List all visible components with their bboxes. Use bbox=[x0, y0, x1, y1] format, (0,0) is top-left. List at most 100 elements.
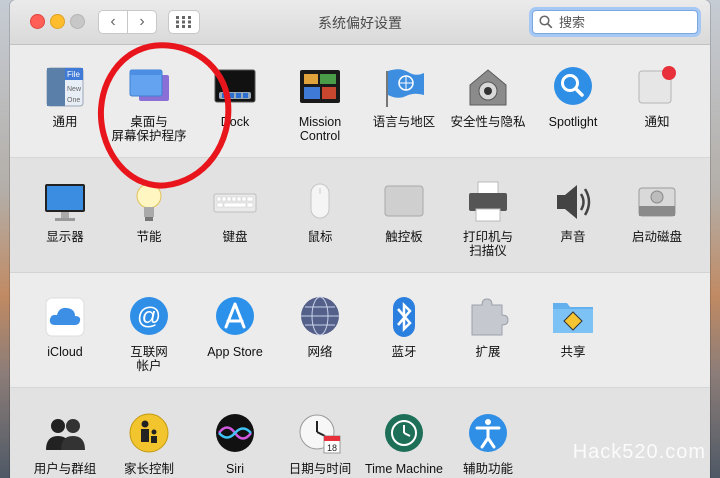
dock-icon bbox=[213, 65, 257, 109]
trackpad-icon bbox=[382, 180, 426, 224]
users-groups-icon bbox=[43, 412, 87, 456]
pane-label: 节能 bbox=[136, 230, 162, 244]
search-field[interactable] bbox=[532, 10, 698, 34]
pane-label: Dock bbox=[220, 115, 250, 129]
pane-label: 通知 bbox=[644, 115, 670, 129]
pane-siri[interactable]: Siri bbox=[193, 412, 277, 476]
pane-app-store[interactable]: App Store bbox=[193, 295, 277, 359]
mission-control-icon bbox=[298, 65, 342, 109]
pane-displays[interactable]: 显示器 bbox=[23, 180, 107, 244]
pane-label: 安全性与隐私 bbox=[450, 115, 526, 129]
search-input[interactable] bbox=[557, 12, 695, 33]
pane-label: 鼠标 bbox=[307, 230, 333, 244]
pane-label: 启动磁盘 bbox=[631, 230, 682, 244]
watermark: Hack520.com bbox=[572, 441, 706, 463]
pane-printers-scanners[interactable]: 打印机与 扫描仪 bbox=[446, 180, 530, 258]
pane-startup-disk[interactable]: 启动磁盘 bbox=[615, 180, 699, 244]
pane-sharing[interactable]: 共享 bbox=[531, 295, 615, 359]
energy-saver-icon bbox=[127, 180, 171, 224]
title-bar[interactable]: ‹ › 系统偏好设置 bbox=[10, 0, 710, 45]
pane-time-machine[interactable]: Time Machine bbox=[362, 412, 446, 476]
accessibility-icon bbox=[466, 412, 510, 456]
show-all-button[interactable] bbox=[168, 10, 200, 34]
notifications-icon bbox=[635, 65, 679, 109]
pane-accessibility[interactable]: 辅助功能 bbox=[446, 412, 530, 476]
window-title: 系统偏好设置 bbox=[318, 15, 402, 31]
time-machine-icon bbox=[382, 412, 426, 456]
pane-label: 触控板 bbox=[385, 230, 423, 244]
pane-label: 显示器 bbox=[46, 230, 84, 244]
displays-icon bbox=[43, 180, 87, 224]
close-button[interactable] bbox=[30, 14, 45, 29]
icloud-icon bbox=[43, 295, 87, 339]
pane-spotlight[interactable]: Spotlight bbox=[531, 65, 615, 129]
pane-general[interactable]: File New One 通用 bbox=[23, 65, 107, 129]
pane-dock[interactable]: Dock bbox=[193, 65, 277, 129]
pane-label: 扩展 bbox=[475, 345, 501, 359]
internet-accounts-icon: @ bbox=[127, 295, 171, 339]
network-icon bbox=[298, 295, 342, 339]
pane-icloud[interactable]: iCloud bbox=[23, 295, 107, 359]
svg-text:One: One bbox=[67, 97, 80, 104]
grid-icon bbox=[176, 16, 191, 28]
pane-label: 通用 bbox=[52, 115, 78, 129]
pane-parental-controls[interactable]: 家长控制 bbox=[107, 412, 191, 476]
pane-label: Time Machine bbox=[364, 462, 444, 476]
pane-label: 共享 bbox=[560, 345, 586, 359]
pane-security-privacy[interactable]: 安全性与隐私 bbox=[446, 65, 530, 129]
pane-label: Siri bbox=[225, 462, 245, 476]
pane-label: App Store bbox=[207, 345, 263, 359]
pane-label: 日期与时间 bbox=[288, 462, 352, 476]
desktop-screensaver-icon bbox=[127, 65, 171, 109]
svg-text:18: 18 bbox=[327, 443, 337, 453]
svg-text:@: @ bbox=[137, 303, 161, 330]
svg-text:New: New bbox=[67, 86, 82, 93]
back-button[interactable]: ‹ bbox=[98, 10, 128, 34]
pane-label: 键盘 bbox=[222, 230, 248, 244]
general-icon: File New One bbox=[43, 65, 87, 109]
section-internet-wireless: iCloud @ 互联网 帐户 App Store 网络 蓝牙 扩展 共享 bbox=[10, 273, 710, 388]
pane-energy-saver[interactable]: 节能 bbox=[107, 180, 191, 244]
date-time-icon: 18 bbox=[298, 412, 342, 456]
pane-label: Spotlight bbox=[548, 115, 598, 129]
svg-text:File: File bbox=[67, 70, 80, 79]
keyboard-icon bbox=[213, 180, 257, 224]
pane-desktop-screensaver[interactable]: 桌面与 屏幕保护程序 bbox=[107, 65, 191, 143]
pane-label: 声音 bbox=[560, 230, 586, 244]
pane-label: iCloud bbox=[47, 345, 83, 359]
security-privacy-icon bbox=[466, 65, 510, 109]
pane-network[interactable]: 网络 bbox=[278, 295, 362, 359]
mouse-icon bbox=[298, 180, 342, 224]
forward-button[interactable]: › bbox=[127, 10, 157, 34]
language-region-icon bbox=[382, 65, 426, 109]
extensions-icon bbox=[466, 295, 510, 339]
zoom-button[interactable] bbox=[70, 14, 85, 29]
pane-bluetooth[interactable]: 蓝牙 bbox=[362, 295, 446, 359]
pane-extensions[interactable]: 扩展 bbox=[446, 295, 530, 359]
pane-label: Mission Control bbox=[298, 115, 342, 143]
section-system: 用户与群组 家长控制 Siri 18 日期与时间 Time Machine 辅助… bbox=[10, 388, 710, 478]
pane-label: 语言与地区 bbox=[372, 115, 436, 129]
pane-notifications[interactable]: 通知 bbox=[615, 65, 699, 129]
pane-date-time[interactable]: 18 日期与时间 bbox=[278, 412, 362, 476]
pane-users-groups[interactable]: 用户与群组 bbox=[23, 412, 107, 476]
pane-sound[interactable]: 声音 bbox=[531, 180, 615, 244]
sound-icon bbox=[551, 180, 595, 224]
pane-trackpad[interactable]: 触控板 bbox=[362, 180, 446, 244]
sharing-icon bbox=[551, 295, 595, 339]
pane-label: 家长控制 bbox=[123, 462, 174, 476]
startup-disk-icon bbox=[635, 180, 679, 224]
pane-mouse[interactable]: 鼠标 bbox=[278, 180, 362, 244]
parental-controls-icon bbox=[127, 412, 171, 456]
pane-keyboard[interactable]: 键盘 bbox=[193, 180, 277, 244]
pane-language-region[interactable]: 语言与地区 bbox=[362, 65, 446, 129]
section-personal: File New One 通用 桌面与 屏幕保护程序 Dock Mission … bbox=[10, 45, 710, 158]
bluetooth-icon bbox=[382, 295, 426, 339]
siri-icon bbox=[213, 412, 257, 456]
pane-internet-accounts[interactable]: @ 互联网 帐户 bbox=[107, 295, 191, 373]
pane-mission-control[interactable]: Mission Control bbox=[278, 65, 362, 143]
pane-label: 网络 bbox=[307, 345, 333, 359]
pane-label: 互联网 帐户 bbox=[130, 345, 168, 373]
pane-label: 用户与群组 bbox=[33, 462, 97, 476]
minimize-button[interactable] bbox=[50, 14, 65, 29]
